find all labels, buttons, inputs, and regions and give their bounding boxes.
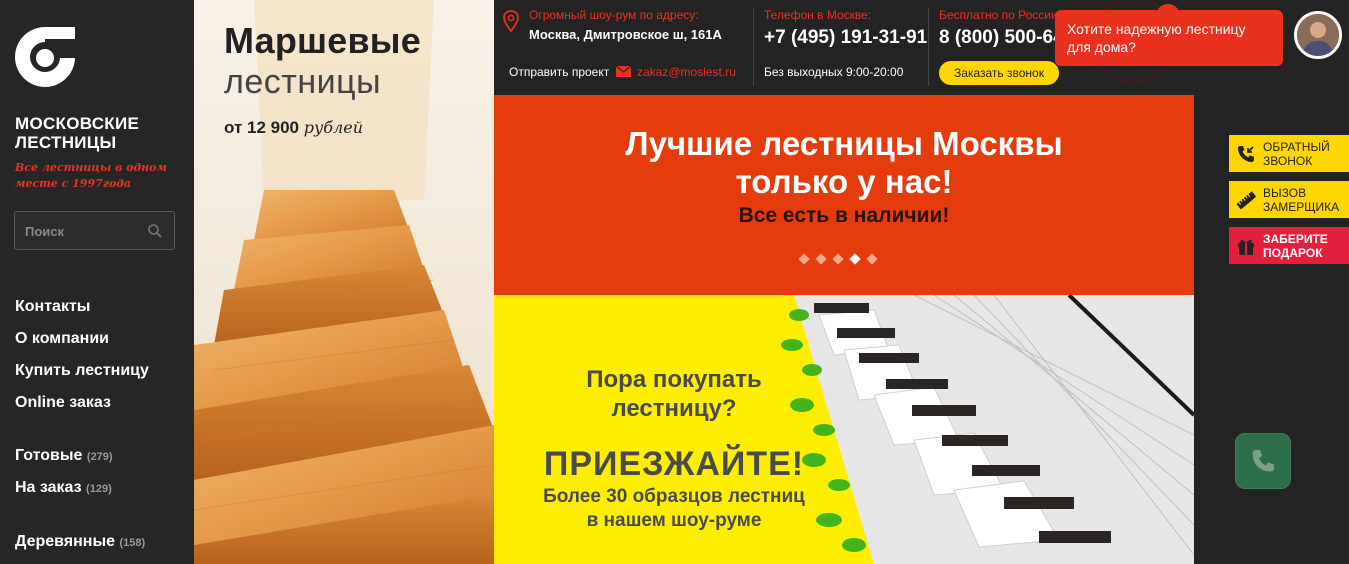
consultant-avatar[interactable] bbox=[1294, 11, 1342, 59]
callback-button[interactable]: ОБРАТНЫЙ ЗВОНОК bbox=[1229, 135, 1349, 172]
sidebar: МОСКОВСКИЕ ЛЕСТНИЦЫ Все лестницы в одном… bbox=[0, 0, 194, 564]
nav-catalog-ready[interactable]: Готовые (279) bbox=[15, 446, 113, 467]
hero-headline-line1: Лучшие лестницы Москвы bbox=[625, 125, 1063, 162]
gift-label: ЗАБЕРИТЕ ПОДАРОК bbox=[1263, 232, 1328, 260]
nav-count: (279) bbox=[86, 451, 113, 463]
showroom-promo-banner[interactable]: Пора покупать лестницу? ПРИЕЗЖАЙТЕ! Боле… bbox=[494, 295, 1194, 564]
callback-label-line1: ОБРАТНЫЙ bbox=[1263, 139, 1330, 154]
callback-label: ОБРАТНЫЙ ЗВОНОК bbox=[1263, 140, 1330, 168]
email-link[interactable]: zakaz@moslest.ru bbox=[637, 65, 736, 79]
search-icon[interactable] bbox=[147, 223, 163, 239]
mail-icon bbox=[616, 66, 631, 77]
nav-count: (158) bbox=[119, 537, 146, 549]
phone-icon bbox=[1252, 450, 1274, 472]
callback-label-line2: ЗВОНОК bbox=[1263, 153, 1313, 168]
brand-name-line1: МОСКОВСКИЕ bbox=[15, 114, 140, 133]
search-box bbox=[14, 211, 175, 250]
brand-name[interactable]: МОСКОВСКИЕ ЛЕСТНИЦЫ bbox=[15, 114, 185, 152]
moscow-phone-label: Телефон в Москве: bbox=[764, 8, 872, 22]
measurer-label-line2: ЗАМЕРЩИКА bbox=[1263, 199, 1340, 214]
gift-label-line1: ЗАБЕРИТЕ bbox=[1263, 231, 1328, 246]
ic bbox=[1229, 135, 1263, 172]
measurer-label-line1: ВЫЗОВ bbox=[1263, 185, 1307, 200]
person-icon bbox=[1297, 14, 1339, 56]
slider-dot[interactable] bbox=[832, 253, 844, 265]
logo-icon[interactable] bbox=[14, 24, 76, 92]
consultant-popup[interactable]: Хотите надежную лестницу для дома? bbox=[1055, 10, 1283, 66]
nav-catalog-custom[interactable]: На заказ (129) bbox=[15, 478, 112, 499]
showroom-address[interactable]: Москва, Дмитровское ш, 161А bbox=[529, 27, 722, 42]
showroom-question-line2: лестницу? bbox=[611, 395, 737, 422]
phone-call-widget[interactable] bbox=[1235, 433, 1291, 489]
nav-buy-stairs[interactable]: Купить лестницу bbox=[15, 361, 149, 381]
stairs-promo-subtitle: лестницы bbox=[224, 63, 381, 101]
showroom-cta: ПРИЕЗЖАЙТЕ! bbox=[543, 445, 805, 483]
divider bbox=[753, 8, 754, 86]
stairs-promo-banner[interactable]: Маршевые лестницы от 12 900 рублей bbox=[194, 0, 494, 564]
gift-button[interactable]: ЗАБЕРИТЕ ПОДАРОК bbox=[1229, 227, 1349, 264]
showroom-question-line1: Пора покупать bbox=[586, 366, 762, 393]
showroom-details: Более 30 образцов лестниц в нашем шоу-ру… bbox=[514, 485, 834, 533]
ic bbox=[1229, 181, 1263, 218]
gift-icon bbox=[1238, 239, 1254, 255]
location-pin-icon bbox=[503, 10, 519, 32]
price-unit: рублей bbox=[303, 118, 363, 137]
working-hours: Без выходных 9:00-20:00 bbox=[764, 65, 904, 79]
slider-dot-active[interactable] bbox=[849, 253, 861, 265]
nav-label: На заказ bbox=[15, 479, 82, 496]
hero-slider[interactable]: Лучшие лестницы Москвы только у нас! Все… bbox=[494, 95, 1194, 295]
nav-about[interactable]: О компании bbox=[15, 329, 109, 349]
divider bbox=[928, 8, 929, 86]
showroom-label: Огромный шоу-рум по адресу: bbox=[529, 8, 699, 22]
brand-tagline: Все лестницы в одном месте с 1997года bbox=[15, 161, 167, 190]
ruler-icon bbox=[1236, 190, 1257, 209]
phone-callback-icon bbox=[1238, 145, 1254, 162]
brand-name-line2: ЛЕСТНИЦЫ bbox=[15, 133, 117, 152]
order-call-button[interactable]: Заказать звонок bbox=[939, 61, 1059, 85]
slider-dot[interactable] bbox=[798, 253, 810, 265]
send-project-label: Отправить проект bbox=[509, 65, 610, 79]
nav-label: Готовые bbox=[15, 447, 83, 464]
nav-online-order[interactable]: Online заказ bbox=[15, 393, 111, 413]
slider-dot[interactable] bbox=[815, 253, 827, 265]
hero-headline: Лучшие лестницы Москвы только у нас! bbox=[494, 125, 1194, 201]
hero-headline-line2: только у нас! bbox=[735, 163, 953, 200]
price-value: от 12 900 bbox=[224, 118, 300, 137]
moscow-phone[interactable]: +7 (495) 191-31-91 bbox=[764, 27, 927, 49]
ic bbox=[1229, 227, 1263, 264]
showroom-question: Пора покупать лестницу? bbox=[544, 365, 804, 423]
russia-phone[interactable]: 8 (800) 500-64 bbox=[939, 27, 1064, 49]
stairs-promo-price: от 12 900 рублей bbox=[224, 118, 363, 138]
nav-label: Деревянные bbox=[15, 533, 116, 550]
stairs-promo-title: Маршевые bbox=[224, 20, 421, 61]
gift-label-line2: ПОДАРОК bbox=[1263, 245, 1323, 260]
search-input[interactable] bbox=[25, 222, 145, 240]
nav-count: (129) bbox=[86, 483, 112, 495]
nav-contacts[interactable]: Контакты bbox=[15, 297, 90, 317]
measurer-label: ВЫЗОВ ЗАМЕРЩИКА bbox=[1263, 186, 1339, 214]
hero-subheadline: Все есть в наличии! bbox=[738, 204, 950, 227]
nav-catalog-wooden[interactable]: Деревянные (158) bbox=[15, 532, 145, 553]
showroom-details-line2: в нашем шоу-руме bbox=[586, 510, 762, 531]
showroom-details-line1: Более 30 образцов лестниц bbox=[543, 486, 805, 507]
russia-phone-label: Бесплатно по России: bbox=[939, 8, 1061, 22]
slider-dot[interactable] bbox=[866, 253, 878, 265]
slider-dots bbox=[798, 253, 878, 265]
measurer-button[interactable]: ВЫЗОВ ЗАМЕРЩИКА bbox=[1229, 181, 1349, 218]
